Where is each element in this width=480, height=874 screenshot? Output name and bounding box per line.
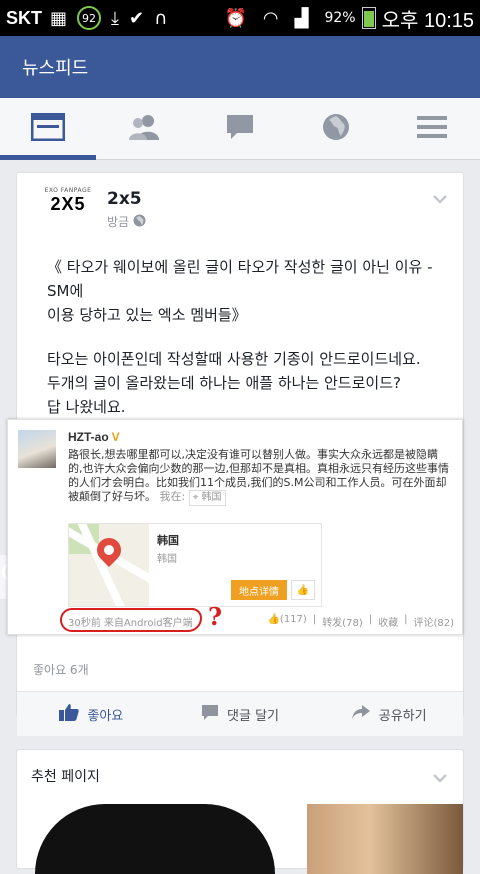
post-line: 이용 당하고 있는 엑소 멤버들》	[47, 303, 447, 327]
post-likes-count[interactable]: 좋아요 6개	[33, 661, 89, 678]
weibo-username: HZT-aoV	[68, 430, 120, 444]
post-line: 답 나왔네요.	[47, 395, 447, 419]
notification-count-badge: 92	[77, 6, 101, 30]
logo-small-text: EXO FANPAGE	[41, 187, 95, 194]
weibo-footer-stats: 👍(117) | 转发(78) | 收藏 | 评论(82)	[267, 614, 454, 629]
download-icon: ⤓	[111, 8, 119, 29]
post-page-name[interactable]: 2x5	[107, 189, 142, 209]
weibo-likes-count: (117)	[280, 614, 307, 625]
news-feed[interactable]: EXO FANPAGE 2X5 2x5 방금 《 타오가 웨이보에 올린 글이 …	[0, 160, 480, 853]
post-meta: 방금	[107, 213, 146, 230]
thumbs-up-icon: 👍	[291, 580, 315, 600]
post-line: 두개의 글이 올라왔는데 하나는 애플 하나는 안드로이드?	[47, 371, 447, 395]
post-photo-weibo-screenshot[interactable]: HZT-aoV 路很长,想去哪里都可以,决定没有谁可以替别人做。事实大众永远都是…	[7, 419, 463, 635]
red-circle-annotation	[60, 608, 202, 632]
carrier-label: SKT	[6, 8, 42, 29]
post-paragraph-2: 타오는 아이폰인데 작성할때 사용한 기종이 안드로이드네요. 두개의 글이 올…	[47, 347, 447, 419]
top-bar: 뉴스피드	[0, 36, 480, 98]
location-card-subtitle: 韩国	[157, 550, 177, 565]
share-button[interactable]: 공유하기	[314, 692, 463, 736]
tab-friend-requests[interactable]	[96, 98, 192, 159]
share-arrow-icon	[351, 704, 371, 724]
chat-bubble-icon	[225, 113, 255, 145]
post-options-chevron-icon[interactable]	[433, 189, 447, 203]
recommended-pages-card: 추천 페이지	[16, 749, 464, 869]
weibo-likes: 👍(117)	[267, 614, 306, 629]
signal-icon: ▟	[295, 8, 309, 29]
recommended-pages-title: 추천 페이지	[31, 766, 100, 786]
public-globe-icon	[133, 214, 146, 230]
feed-post: EXO FANPAGE 2X5 2x5 방금 《 타오가 웨이보에 올린 글이 …	[16, 172, 464, 717]
wifi-icon: ◠	[263, 8, 279, 29]
weibo-like-icon: 👍	[267, 614, 279, 625]
post-paragraph-1: 《 타오가 웨이보에 올린 글이 타오가 작성한 글이 아닌 이유 - SM에 …	[47, 255, 447, 327]
weibo-location-text: 韩国	[202, 492, 222, 503]
post-header: EXO FANPAGE 2X5 2x5 방금	[31, 185, 451, 245]
post-text: 《 타오가 웨이보에 올린 글이 타오가 작성한 글이 아닌 이유 - SM에 …	[47, 255, 447, 439]
news-feed-icon	[31, 113, 65, 145]
map-thumbnail	[69, 524, 149, 606]
tab-messages[interactable]	[192, 98, 288, 159]
tab-menu[interactable]	[384, 98, 480, 159]
post-line: 타오는 아이폰인데 작성할때 사용한 기종이 안드로이드네요.	[47, 347, 447, 371]
weibo-location-tag: ⌖ 韩国	[189, 490, 226, 506]
thumbs-up-icon	[59, 703, 79, 725]
weibo-username-text: HZT-ao	[68, 430, 109, 444]
recommended-page-image[interactable]	[307, 804, 463, 874]
post-line: 《 타오가 웨이보에 올린 글이 타오가 작성한 글이 아닌 이유 - SM에	[47, 255, 447, 303]
comment-label: 댓글 달기	[227, 705, 279, 724]
tab-notifications[interactable]	[288, 98, 384, 159]
globe-icon	[321, 112, 351, 146]
weibo-location-card: 韩国 韩国 地点详情 👍	[68, 523, 322, 607]
headphones-icon: ∩	[154, 8, 167, 29]
like-label: 좋아요	[87, 705, 123, 724]
battery-percent: 92%	[324, 10, 355, 26]
weibo-favorites: 收藏	[378, 614, 398, 629]
page-avatar[interactable]: EXO FANPAGE 2X5	[41, 187, 95, 237]
battery-icon	[362, 7, 376, 29]
data-usage-icon: ▦	[50, 8, 67, 29]
location-card-title: 韩国	[157, 532, 179, 548]
briefcase-icon: ✔	[129, 8, 144, 29]
comment-icon	[201, 704, 219, 725]
like-button[interactable]: 좋아요	[17, 692, 166, 736]
weibo-reposts: 转发(78)	[322, 614, 363, 629]
post-timestamp[interactable]: 방금	[107, 213, 129, 230]
menu-icon	[417, 115, 447, 143]
main-tabs	[0, 98, 480, 160]
weibo-text-body: 路很长,想去哪里都可以,决定没有谁可以替别人做。事实大众永远都是被隐瞒的,也许大…	[68, 448, 449, 503]
status-bar: SKT ▦ 92 ⤓ ✔ ∩ ⏰ ◠ ▟ 92% 오후 10:15	[0, 0, 480, 36]
recommended-page-image[interactable]	[35, 804, 275, 874]
location-detail-button: 地点详情	[231, 580, 287, 600]
weibo-user-avatar	[18, 430, 56, 468]
share-label: 공유하기	[379, 705, 427, 724]
verified-badge-icon: V	[112, 430, 120, 444]
clock: 오후 10:15	[382, 4, 474, 33]
post-action-bar: 좋아요 댓글 달기 공유하기	[17, 692, 463, 736]
friends-icon	[127, 113, 161, 145]
tab-news-feed[interactable]	[0, 98, 96, 159]
question-mark-annotation: ?	[208, 602, 222, 631]
comment-button[interactable]: 댓글 달기	[166, 692, 315, 736]
page-title: 뉴스피드	[22, 54, 88, 80]
weibo-location-prefix: 我在:	[160, 490, 186, 503]
weibo-comments: 评论(82)	[413, 614, 454, 629]
recommended-options-chevron-icon[interactable]	[433, 768, 447, 782]
logo-big-text: 2X5	[41, 194, 95, 214]
alarm-icon: ⏰	[224, 8, 246, 29]
weibo-post-text: 路很长,想去哪里都可以,决定没有谁可以替别人做。事实大众永远都是被隐瞒的,也许大…	[68, 448, 452, 506]
